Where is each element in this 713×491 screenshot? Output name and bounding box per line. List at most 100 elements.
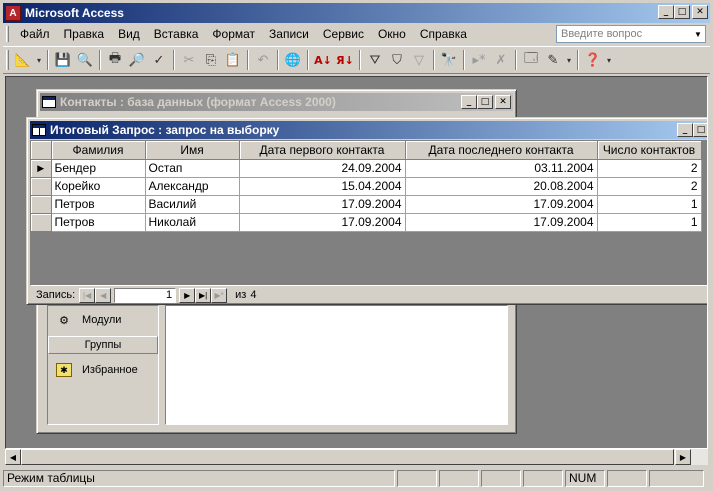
toolbar-grip[interactable] — [6, 50, 9, 70]
cell-contact-count[interactable]: 1 — [597, 213, 702, 232]
chevron-down-icon[interactable]: ▾ — [604, 49, 614, 71]
query-window-title-bar[interactable]: Итоговый Запрос : запрос на выборку _ □ — [30, 121, 707, 139]
last-record-button[interactable]: ▶| — [195, 287, 212, 303]
cell-contact-count[interactable]: 1 — [597, 195, 702, 214]
maximize-button[interactable]: □ — [477, 95, 493, 109]
first-record-button[interactable]: |◀ — [79, 287, 96, 303]
menu-view[interactable]: Вид — [111, 27, 147, 41]
close-button[interactable]: ✕ — [692, 5, 708, 19]
menu-file[interactable]: Файл — [13, 27, 57, 41]
undo-icon[interactable]: ↶ — [252, 49, 274, 71]
record-selector[interactable] — [31, 177, 52, 196]
cell-contact-count[interactable]: 2 — [597, 159, 702, 178]
menu-tools[interactable]: Сервис — [316, 27, 371, 41]
maximize-button[interactable]: □ — [693, 123, 707, 137]
spelling-icon[interactable]: ✓ — [148, 49, 170, 71]
cell-first-name[interactable]: Николай — [145, 213, 240, 232]
scroll-right-icon[interactable]: ▶ — [675, 449, 691, 465]
cell-first-name[interactable]: Александр — [145, 177, 240, 196]
save-icon[interactable]: 💾 — [52, 49, 74, 71]
sort-descending-icon[interactable]: Я↓ — [334, 49, 356, 71]
column-header-first-contact[interactable]: Дата первого контакта — [239, 141, 406, 160]
cell-last-contact[interactable]: 17.09.2004 — [405, 213, 598, 232]
previous-record-button[interactable]: ◀ — [95, 287, 112, 303]
new-record-button[interactable]: ▶* — [211, 287, 228, 303]
minimize-button[interactable]: _ — [677, 123, 693, 137]
delete-record-icon[interactable]: ✗ — [490, 49, 512, 71]
database-window-title-bar[interactable]: Контакты : база данных (формат Access 20… — [40, 93, 513, 111]
object-list[interactable] — [165, 305, 508, 425]
help-question-input[interactable]: Введите вопрос ▼ — [556, 25, 706, 43]
table-row[interactable]: Петров Николай 17.09.2004 17.09.2004 1 — [31, 213, 702, 232]
horizontal-scrollbar[interactable]: ◀ ▶ — [5, 449, 708, 465]
cell-last-name[interactable]: Корейко — [51, 177, 146, 196]
menu-window[interactable]: Окно — [371, 27, 413, 41]
cut-icon[interactable]: ✂ — [178, 49, 200, 71]
chevron-down-icon[interactable]: ▾ — [564, 49, 574, 71]
status-panel — [523, 469, 563, 487]
apply-filter-icon[interactable]: ▽ — [408, 49, 430, 71]
print-icon[interactable]: 🖶 — [104, 49, 126, 71]
table-row[interactable]: Петров Василий 17.09.2004 17.09.2004 1 — [31, 195, 702, 214]
sort-ascending-icon[interactable]: A↓ — [312, 49, 334, 71]
filter-by-selection-icon[interactable]: ⛛ — [364, 49, 386, 71]
new-object-icon[interactable]: ✎ — [542, 49, 564, 71]
menu-help[interactable]: Справка — [413, 27, 474, 41]
search-file-icon[interactable]: 🔍 — [74, 49, 96, 71]
cell-first-contact[interactable]: 15.04.2004 — [239, 177, 406, 196]
new-record-icon[interactable]: ▸* — [468, 49, 490, 71]
cell-last-name[interactable]: Петров — [51, 213, 146, 232]
cell-last-name[interactable]: Петров — [51, 195, 146, 214]
close-button[interactable]: ✕ — [495, 95, 511, 109]
objects-item-modules[interactable]: ⚙ Модули — [48, 308, 158, 332]
column-header-last-name[interactable]: Фамилия — [51, 141, 146, 160]
column-header-first-name[interactable]: Имя — [145, 141, 240, 160]
paste-icon[interactable]: 📋 — [222, 49, 244, 71]
cell-last-contact[interactable]: 17.09.2004 — [405, 195, 598, 214]
current-record-input[interactable]: 1 — [114, 287, 177, 303]
cell-first-name[interactable]: Остап — [145, 159, 240, 178]
menu-insert[interactable]: Вставка — [147, 27, 206, 41]
scroll-left-icon[interactable]: ◀ — [5, 449, 21, 465]
cell-last-contact[interactable]: 03.11.2004 — [405, 159, 598, 178]
find-icon[interactable]: 🔭 — [438, 49, 460, 71]
record-selector[interactable] — [31, 195, 52, 214]
copy-icon[interactable]: ⎘ — [200, 49, 222, 71]
menu-format[interactable]: Формат — [205, 27, 262, 41]
table-row[interactable]: ▶ Бендер Остап 24.09.2004 03.11.2004 2 — [31, 159, 702, 178]
table-row[interactable]: Корейко Александр 15.04.2004 20.08.2004 … — [31, 177, 702, 196]
cell-first-contact[interactable]: 24.09.2004 — [239, 159, 406, 178]
record-selector[interactable] — [31, 213, 52, 232]
groups-item-favorites[interactable]: ✱ Избранное — [48, 358, 158, 382]
cell-first-name[interactable]: Василий — [145, 195, 240, 214]
cell-first-contact[interactable]: 17.09.2004 — [239, 213, 406, 232]
maximize-button[interactable]: □ — [674, 5, 690, 19]
access-app-icon[interactable]: A — [5, 5, 21, 21]
chevron-down-icon[interactable]: ▾ — [34, 49, 44, 71]
size-grip[interactable] — [649, 469, 704, 487]
cell-last-contact[interactable]: 20.08.2004 — [405, 177, 598, 196]
hyperlink-icon[interactable]: 🌐 — [282, 49, 304, 71]
column-header-contact-count[interactable]: Число контактов — [597, 141, 702, 160]
current-record-icon[interactable]: ▶ — [31, 159, 52, 178]
select-all-corner[interactable] — [31, 141, 52, 160]
menu-grip[interactable] — [6, 26, 9, 42]
chevron-down-icon[interactable]: ▼ — [691, 26, 705, 42]
column-header-last-contact[interactable]: Дата последнего контакта — [405, 141, 598, 160]
minimize-button[interactable]: _ — [461, 95, 477, 109]
filter-by-form-icon[interactable]: ⛉ — [386, 49, 408, 71]
menu-records[interactable]: Записи — [262, 27, 316, 41]
groups-header-button[interactable]: Группы — [48, 336, 158, 354]
cell-contact-count[interactable]: 2 — [597, 177, 702, 196]
query-window[interactable]: Итоговый Запрос : запрос на выборку _ □ … — [26, 117, 707, 305]
print-preview-icon[interactable]: 🔎 — [126, 49, 148, 71]
minimize-button[interactable]: _ — [658, 5, 674, 19]
view-design-icon[interactable]: 📐 — [12, 49, 34, 71]
scrollbar-thumb[interactable] — [21, 449, 674, 465]
cell-last-name[interactable]: Бендер — [51, 159, 146, 178]
database-window-icon[interactable]: 🗔 — [520, 49, 542, 71]
cell-first-contact[interactable]: 17.09.2004 — [239, 195, 406, 214]
help-icon[interactable]: ❓ — [582, 49, 604, 71]
next-record-button[interactable]: ▶ — [179, 287, 196, 303]
menu-edit[interactable]: Правка — [57, 27, 112, 41]
